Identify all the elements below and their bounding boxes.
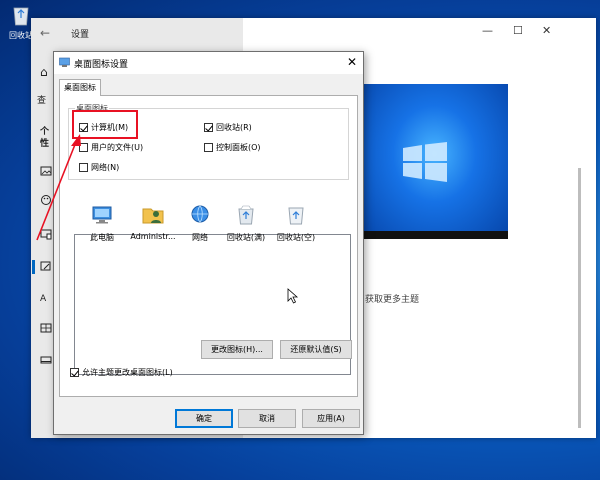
back-arrow-icon[interactable]: ←	[40, 26, 50, 40]
list-item-recycle-bin-full[interactable]: 回收站(满)	[221, 203, 271, 243]
checkbox-box[interactable]	[79, 163, 88, 172]
checkbox-label: 控制面板(O)	[216, 143, 261, 152]
checkbox-label: 网络(N)	[91, 163, 120, 172]
settings-scrollbar[interactable]	[578, 168, 581, 428]
get-more-themes-link[interactable]: 获取更多主题	[365, 292, 419, 305]
list-item-label: Administr...	[130, 232, 176, 241]
home-icon[interactable]: ⌂	[40, 66, 52, 78]
start-icon[interactable]	[40, 322, 52, 334]
checkbox-label: 允许主题更改桌面图标(L)	[82, 368, 173, 377]
windows-logo-icon	[403, 142, 447, 182]
settings-title: 设置	[71, 30, 90, 40]
checkbox-box[interactable]	[204, 143, 213, 152]
themes-icon[interactable]	[40, 260, 52, 272]
tab-desktop-icons[interactable]: 桌面图标	[59, 79, 101, 96]
checkbox-box[interactable]	[70, 368, 79, 377]
computer-icon	[92, 206, 112, 224]
colors-icon[interactable]	[40, 194, 52, 206]
list-item-label: 网络	[192, 233, 208, 242]
user-folder-icon	[142, 208, 164, 224]
checkbox-box[interactable]	[79, 143, 88, 152]
dialog-title: 桌面图标设置	[74, 60, 129, 70]
annotation-highlight-box	[72, 110, 138, 139]
list-item-label: 回收站(满)	[226, 233, 266, 242]
fonts-icon[interactable]: A	[40, 293, 52, 305]
network-checkbox[interactable]: 网络(N)	[79, 162, 119, 173]
recycle-bin-full-icon	[238, 205, 254, 225]
checkbox-box[interactable]	[204, 123, 213, 132]
user-files-checkbox[interactable]: 用户的文件(U)	[79, 142, 143, 153]
search-box-fragment[interactable]: 查	[37, 95, 53, 107]
network-icon	[191, 205, 209, 223]
icon-list-contents: 此电脑 Administr... 网络 回收站(满) 回收站(空)	[73, 193, 350, 334]
maximize-icon[interactable]: ☐	[513, 24, 523, 37]
checkbox-label: 回收站(R)	[216, 123, 252, 132]
taskbar-icon[interactable]	[40, 354, 52, 366]
list-item-administrator[interactable]: Administr...	[125, 203, 181, 241]
control-panel-checkbox[interactable]: 控制面板(O)	[204, 142, 261, 153]
change-icon-button[interactable]: 更改图标(H)...	[201, 340, 273, 359]
close-icon[interactable]: ✕	[542, 24, 551, 37]
restore-default-button[interactable]: 还原默认值(S)	[280, 340, 352, 359]
dialog-titlebar: 桌面图标设置 ✕	[54, 52, 363, 74]
recycle-bin-checkbox[interactable]: 回收站(R)	[204, 122, 252, 133]
list-item-this-pc[interactable]: 此电脑	[77, 203, 127, 243]
mouse-cursor-icon	[287, 288, 299, 304]
active-indicator	[32, 260, 35, 274]
minimize-icon[interactable]: —	[482, 24, 493, 37]
list-item-network[interactable]: 网络	[175, 203, 225, 243]
preview-taskbar	[361, 231, 508, 239]
recycle-bin-empty-icon	[288, 207, 304, 225]
ok-button[interactable]: 确定	[175, 409, 233, 428]
checkbox-label: 用户的文件(U)	[91, 143, 144, 152]
list-item-label: 回收站(空)	[276, 233, 316, 242]
allow-themes-checkbox[interactable]: 允许主题更改桌面图标(L)	[70, 367, 173, 378]
cancel-button[interactable]: 取消	[238, 409, 296, 428]
settings-titlebar: ← 设置 — ☐ ✕	[31, 18, 596, 48]
list-item-label: 此电脑	[90, 233, 114, 242]
desktop-settings-icon	[59, 57, 70, 67]
lock-screen-icon[interactable]	[40, 228, 52, 240]
theme-preview	[361, 84, 508, 239]
recycle-bin-icon	[13, 7, 29, 26]
apply-button[interactable]: 应用(A)	[302, 409, 360, 428]
background-icon[interactable]	[40, 165, 52, 177]
list-item-recycle-bin-empty[interactable]: 回收站(空)	[271, 203, 321, 243]
dialog-close-icon[interactable]: ✕	[347, 55, 357, 69]
